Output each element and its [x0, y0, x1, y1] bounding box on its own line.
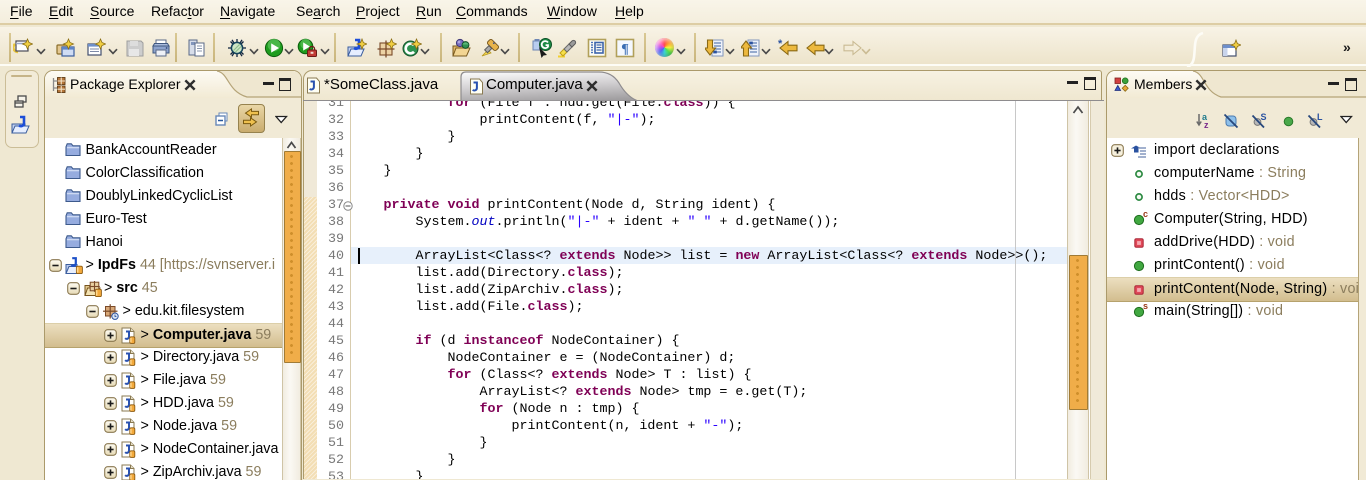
- svg-text:¶: ¶: [621, 42, 629, 57]
- svg-text:L: L: [1317, 112, 1323, 122]
- svg-text:z: z: [1204, 120, 1209, 129]
- svg-text:S: S: [1261, 112, 1267, 122]
